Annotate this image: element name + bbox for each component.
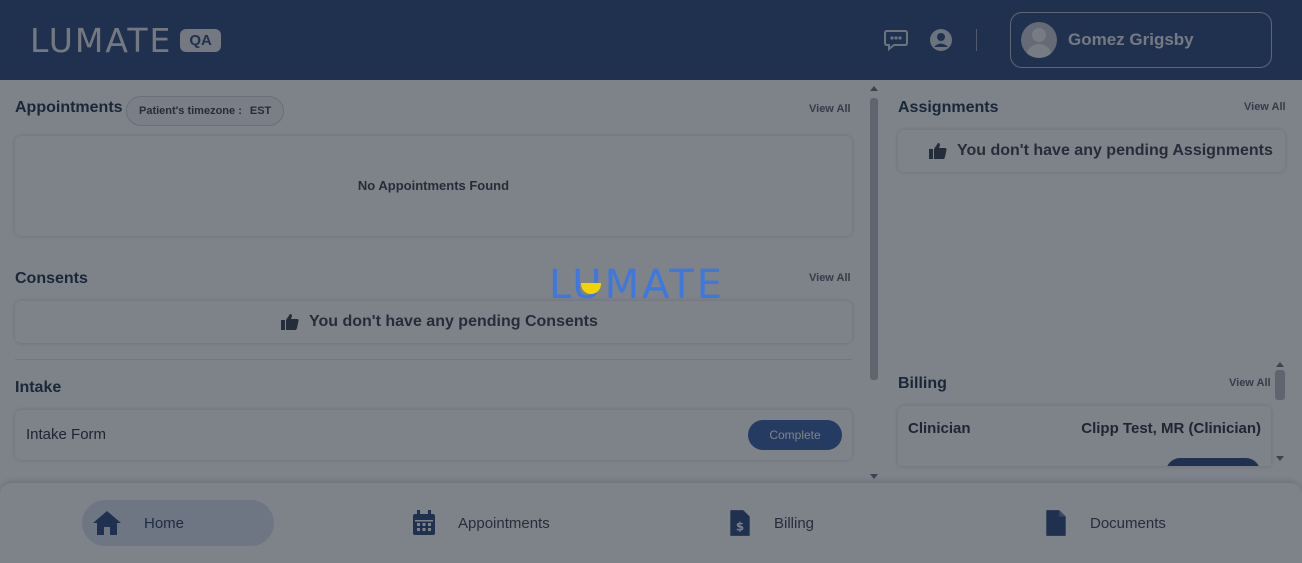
intake-complete-button[interactable]: Complete (748, 420, 842, 450)
invoice-icon: $ (730, 510, 750, 536)
nav-appointments-label: Appointments (458, 514, 550, 532)
header-divider (976, 29, 977, 51)
environment-badge: QA (180, 28, 221, 52)
timezone-pill: Patient's timezone : EST (126, 96, 285, 126)
bottom-navigation: Home Appointments $ Billing Documents (0, 483, 1302, 563)
billing-view-all-link[interactable]: View All (1229, 377, 1271, 389)
nav-item-home[interactable]: Home (82, 500, 274, 546)
document-icon (1046, 510, 1066, 536)
nav-billing-label: Billing (774, 514, 815, 532)
appointments-card: No Appointments Found (15, 136, 852, 236)
assignments-pending-text: You don't have any pending Assignments (957, 142, 1273, 159)
section-divider (15, 359, 852, 360)
nav-item-appointments[interactable]: Appointments (412, 500, 550, 546)
left-scrollbar[interactable] (868, 86, 880, 479)
user-circle-icon[interactable] (928, 27, 954, 53)
intake-title: Intake (15, 379, 62, 396)
assignments-view-all-link[interactable]: View All (1244, 101, 1286, 113)
svg-text:$: $ (736, 520, 744, 534)
user-name: Gomez Grigsby (1068, 30, 1194, 49)
app-logo[interactable]: LUMATE QA (30, 20, 221, 60)
consents-title: Consents (15, 270, 88, 287)
billing-card: Clinician Clipp Test, MR (Clinician) (898, 406, 1271, 466)
nav-home-label: Home (144, 514, 185, 532)
billing-row: Clinician Clipp Test, MR (Clinician) (908, 420, 1261, 437)
assignments-title: Assignments (898, 99, 999, 116)
nav-documents-label: Documents (1090, 514, 1166, 532)
appointments-view-all-link[interactable]: View All (809, 103, 851, 115)
appointments-title: Appointments (15, 99, 123, 116)
assignments-pending-message: You don't have any pending Assignments (929, 142, 1273, 160)
app-header: LUMATE QA Gomez Grigsby (0, 0, 1302, 80)
intake-form-name: Intake Form (26, 426, 107, 443)
timezone-label: Patient's timezone : (139, 105, 242, 117)
logo-text: LUMATE (30, 20, 173, 60)
avatar (1021, 22, 1057, 58)
billing-row-value: Clipp Test, MR (Clinician) (1081, 420, 1261, 437)
home-icon (93, 511, 121, 535)
nav-item-billing[interactable]: $ Billing (728, 500, 814, 546)
nav-item-documents[interactable]: Documents (1044, 500, 1166, 546)
intake-form-row[interactable]: Intake Form Complete (15, 410, 852, 460)
consents-pending-text: You don't have any pending Consents (309, 313, 598, 330)
timezone-value: EST (249, 105, 272, 117)
dashboard-content: Appointments Patient's timezone : EST Vi… (0, 80, 1302, 483)
billing-title: Billing (898, 375, 947, 392)
billing-row-label: Clinician (908, 420, 971, 437)
consents-view-all-link[interactable]: View All (809, 272, 851, 284)
consents-card: You don't have any pending Consents (15, 301, 852, 343)
thumbs-up-icon (281, 314, 299, 330)
consents-pending-message: You don't have any pending Consents (281, 313, 598, 331)
user-menu-button[interactable]: Gomez Grigsby (1010, 12, 1272, 68)
thumbs-up-icon (929, 143, 947, 159)
chat-bubble-icon[interactable] (883, 27, 909, 53)
calendar-icon (413, 510, 435, 535)
assignments-card: You don't have any pending Assignments (898, 130, 1285, 172)
billing-scrollbar[interactable] (1274, 362, 1286, 466)
appointments-empty-text: No Appointments Found (357, 178, 510, 193)
billing-action-button[interactable] (1166, 458, 1260, 466)
